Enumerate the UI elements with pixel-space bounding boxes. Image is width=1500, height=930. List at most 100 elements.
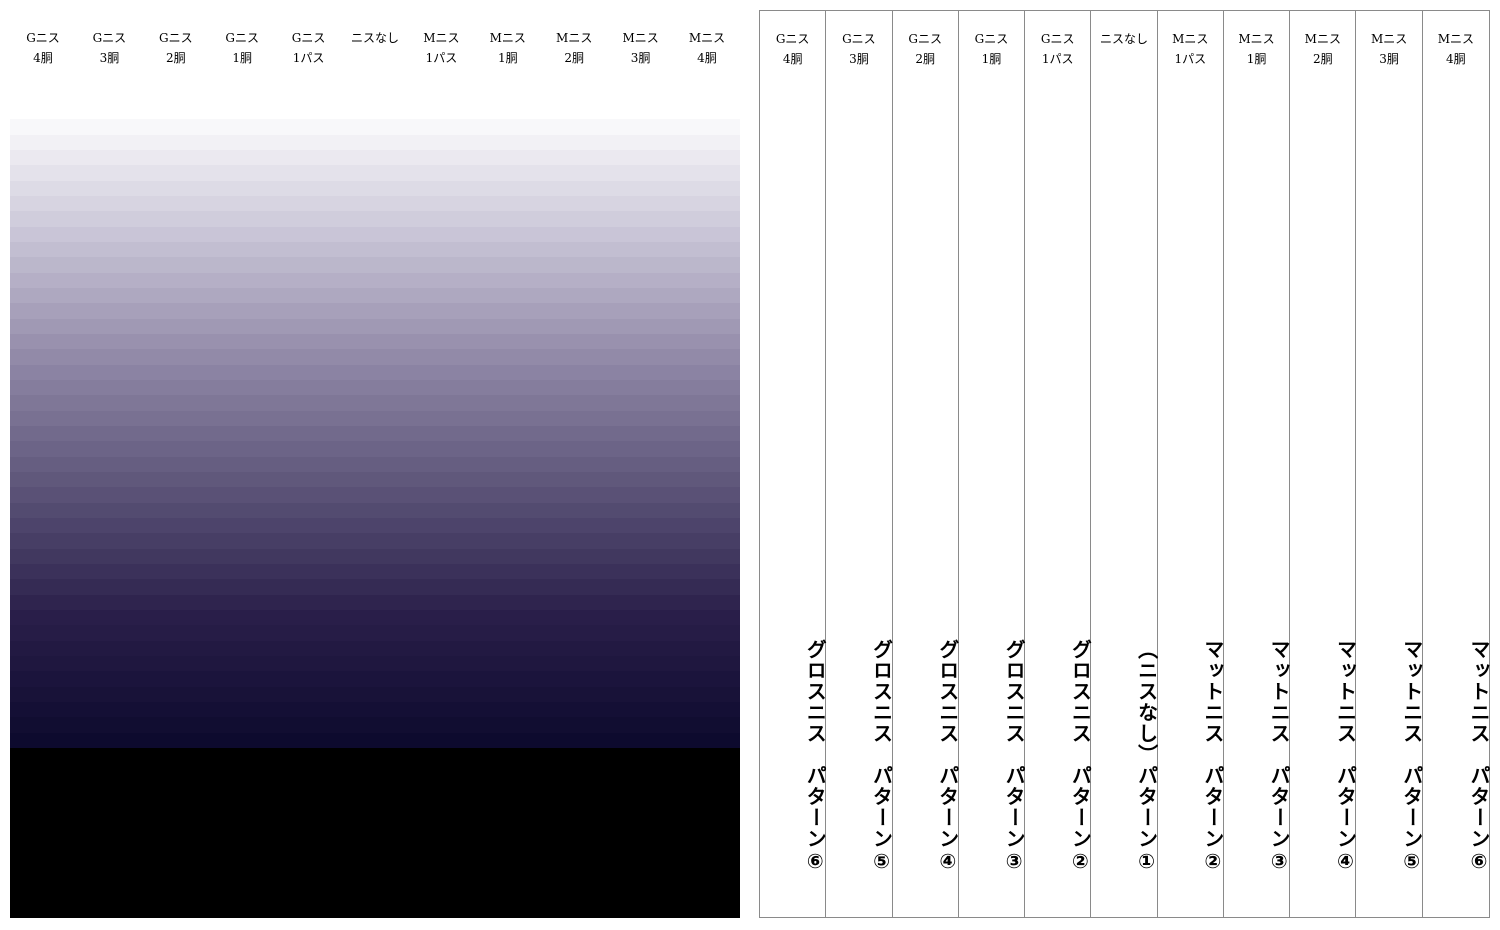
label-header-line2: 1胴 <box>981 52 1002 66</box>
gradient-band <box>10 226 740 243</box>
label-header-line1: Gニス <box>842 32 876 46</box>
swatch-header-line1: Mニス <box>688 31 726 45</box>
swatch-header-line1: Gニス <box>92 31 127 45</box>
vertical-pattern-label: マットニス パターン⑤ <box>1399 639 1424 874</box>
swatch-header-line1: Mニス <box>423 31 460 45</box>
vertical-pattern-label: マットニス パターン④ <box>1333 639 1358 874</box>
label-column-header: Mニス 1胴 <box>1224 29 1289 69</box>
gradient-band <box>10 579 740 596</box>
swatch-header-line2: 1胴 <box>497 51 518 65</box>
swatch-header-line1: ニスなし <box>350 31 399 45</box>
swatch-header-line2: 2胴 <box>564 51 584 65</box>
swatch-header-line2: 4胴 <box>33 51 53 65</box>
label-column-header: Mニス 2胴 <box>1290 29 1355 69</box>
vertical-pattern-label: マットニス パターン③ <box>1267 639 1292 874</box>
label-header-line1: Mニス <box>1370 32 1408 46</box>
swatch-header: ニスなし <box>342 28 408 68</box>
label-column-header: Mニス 3胴 <box>1356 29 1421 69</box>
label-header-line1: Mニス <box>1238 32 1275 46</box>
swatch-header: Mニス 1パス <box>408 28 474 68</box>
swatch-header-line1: Mニス <box>556 31 593 45</box>
gradient-swatch <box>10 104 740 918</box>
vertical-pattern-label: グロスニス パターン③ <box>1002 639 1027 874</box>
swatch-header-line1: Gニス <box>225 31 259 45</box>
vertical-pattern-label: グロスニス パターン④ <box>935 639 960 874</box>
gradient-band <box>10 594 740 611</box>
swatch-header-line2: 3胴 <box>630 51 651 65</box>
label-column-header: Gニス 3胴 <box>826 29 891 69</box>
gradient-band <box>10 456 740 473</box>
gradient-band <box>10 610 740 627</box>
label-column-header: Mニス 4胴 <box>1423 29 1489 69</box>
gradient-band <box>10 487 740 504</box>
swatch-header-line1: Mニス <box>489 31 526 45</box>
label-column: Gニス 4胴グロスニス パターン⑥ <box>760 11 828 917</box>
gradient-band <box>10 410 740 427</box>
label-header-line1: Gニス <box>1040 32 1075 46</box>
label-column-header: Gニス 1パス <box>1025 29 1090 69</box>
gradient-band <box>10 533 740 550</box>
gradient-band <box>10 288 740 305</box>
swatch-header: Gニス 2胴 <box>143 28 209 68</box>
gradient-band <box>10 732 740 749</box>
label-header-line1: Mニス <box>1172 32 1209 46</box>
gradient-band <box>10 518 740 535</box>
gradient-band <box>10 671 740 688</box>
gradient-band <box>10 472 740 489</box>
gradient-band <box>10 686 740 703</box>
vertical-pattern-label: グロスニス パターン⑤ <box>869 639 894 874</box>
gradient-band <box>10 303 740 320</box>
swatch-header: Gニス 1パス <box>276 28 342 68</box>
swatch-header: Gニス 4胴 <box>10 28 76 68</box>
label-header-line1: Gニス <box>775 32 810 46</box>
gradient-band <box>10 717 740 734</box>
swatch-header-line2: 1パス <box>292 51 325 65</box>
swatch-header: Gニス 1胴 <box>209 28 275 68</box>
label-column: Gニス 1パス グロスニス パターン② <box>1025 11 1092 917</box>
label-header-line2: 1パス <box>1041 52 1074 66</box>
label-header-line1: Mニス <box>1437 32 1474 46</box>
label-header-line2: 2胴 <box>915 52 935 66</box>
label-column: ニスなし （ニスなし）パターン① <box>1091 11 1159 917</box>
label-header-line2: 2胴 <box>1312 52 1333 66</box>
vertical-pattern-label: （ニスなし）パターン① <box>1134 639 1159 874</box>
gradient-band <box>10 548 740 565</box>
label-sheet: Gニス 4胴 グロスニス パターン⑥ Gニス 3胴 グロスニス パターン⑤ Gニス 2胴 グロス… <box>759 10 1491 918</box>
label-header-line2 <box>1091 49 1156 69</box>
label-column-header: ニスなし <box>1091 29 1156 69</box>
label-column: Gニス 2胴グロスニス パターン④ <box>893 11 960 917</box>
gradient-band <box>10 196 740 213</box>
gradient-band <box>10 625 740 642</box>
label-header-line2: 4胴 <box>782 52 803 66</box>
gradient-band <box>10 656 740 673</box>
gradient-band <box>10 119 740 136</box>
label-header-line2: 3胴 <box>1379 52 1399 66</box>
swatch-header-line1: Gニス <box>159 31 193 45</box>
gradient-band <box>10 380 740 397</box>
solid-black-area <box>10 748 740 918</box>
swatch-header: Mニス 1胴 <box>475 28 541 68</box>
gradient-band <box>10 564 740 581</box>
swatch-header-line2: 4胴 <box>697 51 717 65</box>
label-column: Gニス 1胴グロスニス パターン③ <box>959 11 1027 917</box>
label-column-header: Mニス 1パス <box>1158 29 1223 69</box>
gradient-band <box>10 211 740 228</box>
label-column-header: Gニス 1胴 <box>959 29 1024 69</box>
gradient-band <box>10 364 740 381</box>
gradient-band <box>10 165 740 182</box>
label-column: Mニス 4胴 マットニス パターン⑥ <box>1423 11 1491 917</box>
gradient-band <box>10 150 740 167</box>
swatch-header: Mニス 4胴 <box>674 28 740 68</box>
gradient-band <box>10 426 740 443</box>
label-header-line2: 1胴 <box>1246 52 1267 66</box>
label-column: Mニス 3胴マットニス パターン⑤ <box>1356 11 1424 917</box>
swatch-header-line1: Mニス <box>622 31 659 45</box>
vertical-pattern-label: グロスニス パターン⑥ <box>803 639 828 874</box>
gradient-band <box>10 134 740 151</box>
swatch-header-line1: Gニス <box>291 31 326 45</box>
label-header-line1: Mニス <box>1304 32 1341 46</box>
swatch-header-line2: 2胴 <box>165 51 186 65</box>
label-header-line1: Gニス <box>974 32 1009 46</box>
vertical-pattern-label: マットニス パターン② <box>1200 639 1225 874</box>
label-column-header: Gニス 2胴 <box>893 29 958 69</box>
